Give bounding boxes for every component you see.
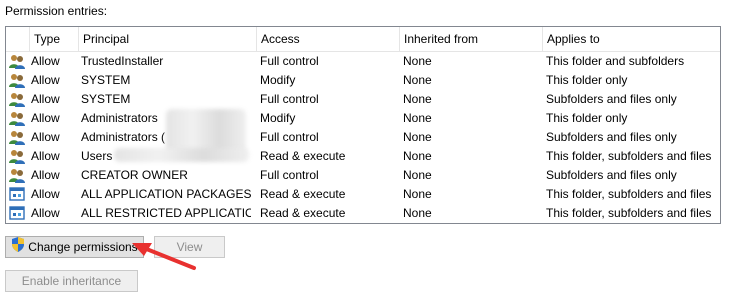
change-permissions-button[interactable]: Change permissions [5, 236, 144, 258]
type-cell: Allow [31, 73, 60, 87]
principal-cell: SYSTEM [81, 73, 131, 87]
principal-cell: SYSTEM [81, 92, 131, 106]
inherited-from-cell: None [403, 54, 432, 68]
inherited-from-cell: None [403, 206, 432, 220]
inherited-from-cell: None [403, 92, 432, 106]
list-header: Type Principal Access Inherited from App… [6, 27, 720, 52]
blur-smudge [114, 148, 249, 162]
access-cell: Modify [260, 111, 296, 125]
column-header-principal[interactable]: Principal [78, 27, 256, 51]
inherited-from-cell: None [403, 111, 432, 125]
table-row[interactable]: Allow Administrators Modify None This folder… [6, 109, 720, 128]
permission-entries-list[interactable]: Type Principal Access Inherited from App… [5, 26, 721, 224]
access-cell: Full control [260, 168, 319, 182]
table-row[interactable]: Allow Administrators (Full control None Sub… [6, 128, 720, 147]
applies-to-cell: This folder, subfolders and files [546, 206, 712, 220]
access-cell: Read & execute [260, 206, 346, 220]
type-cell: Allow [31, 206, 60, 220]
applies-to-cell: This folder, subfolders and files [546, 149, 712, 163]
applies-to-cell: This folder only [546, 111, 628, 125]
permission-entries-label: Permission entries: [5, 4, 108, 18]
principal-cell: CREATOR OWNER [81, 168, 188, 182]
table-row[interactable]: Allow ALL APPLICATION PACKAGES Read & exec… [6, 185, 720, 204]
applies-to-cell: Subfolders and files only [546, 130, 677, 144]
access-cell: Modify [260, 73, 296, 87]
inherited-from-cell: None [403, 187, 432, 201]
annotation-arrow [132, 243, 196, 270]
app-package-icon [9, 205, 25, 221]
principal-cell: TrustedInstaller [81, 54, 164, 68]
principal-cell: ALL RESTRICTED APPLICATIO... [81, 206, 251, 220]
column-header-access[interactable]: Access [256, 27, 399, 51]
table-row[interactable]: Allow CREATOR OWNER Full control None Subfol… [6, 166, 720, 185]
type-cell: Allow [31, 111, 60, 125]
type-cell: Allow [31, 130, 60, 144]
user-group-icon [9, 91, 25, 107]
column-header-type[interactable]: Type [29, 27, 78, 51]
applies-to-cell: This folder and subfolders [546, 54, 685, 68]
column-header-applies-to[interactable]: Applies to [542, 27, 720, 51]
principal-cell: ALL APPLICATION PACKAGES [81, 187, 251, 201]
column-header-inherited-from[interactable]: Inherited from [399, 27, 542, 51]
applies-to-cell: Subfolders and files only [546, 168, 677, 182]
user-group-icon [9, 129, 25, 145]
user-group-icon [9, 167, 25, 183]
applies-to-cell: Subfolders and files only [546, 92, 677, 106]
access-cell: Read & execute [260, 149, 346, 163]
access-cell: Full control [260, 92, 319, 106]
inherited-from-cell: None [403, 168, 432, 182]
header-icon-column [6, 27, 29, 51]
table-row[interactable]: Allow ALL RESTRICTED APPLICATIO... Read & … [6, 204, 720, 223]
inherited-from-cell: None [403, 73, 432, 87]
type-cell: Allow [31, 168, 60, 182]
type-cell: Allow [31, 187, 60, 201]
user-group-icon [9, 148, 25, 164]
table-row[interactable]: Allow TrustedInstaller Full control None Thi… [6, 52, 720, 71]
inherited-from-cell: None [403, 130, 432, 144]
access-cell: Read & execute [260, 187, 346, 201]
user-group-icon [9, 110, 25, 126]
type-cell: Allow [31, 54, 60, 68]
access-cell: Full control [260, 130, 319, 144]
user-group-icon [9, 72, 25, 88]
user-group-icon [9, 53, 25, 69]
table-row[interactable]: Allow SYSTEM Full control None Subfolders an… [6, 90, 720, 109]
inherited-from-cell: None [403, 149, 432, 163]
applies-to-cell: This folder only [546, 73, 628, 87]
type-cell: Allow [31, 92, 60, 106]
applies-to-cell: This folder, subfolders and files [546, 187, 712, 201]
app-package-icon [9, 186, 25, 202]
change-permissions-label: Change permissions [28, 240, 138, 254]
table-row[interactable]: Allow SYSTEM Modify None This folder only [6, 71, 720, 90]
type-cell: Allow [31, 149, 60, 163]
uac-shield-icon [11, 237, 25, 258]
enable-inheritance-button[interactable]: Enable inheritance [5, 270, 138, 292]
access-cell: Full control [260, 54, 319, 68]
